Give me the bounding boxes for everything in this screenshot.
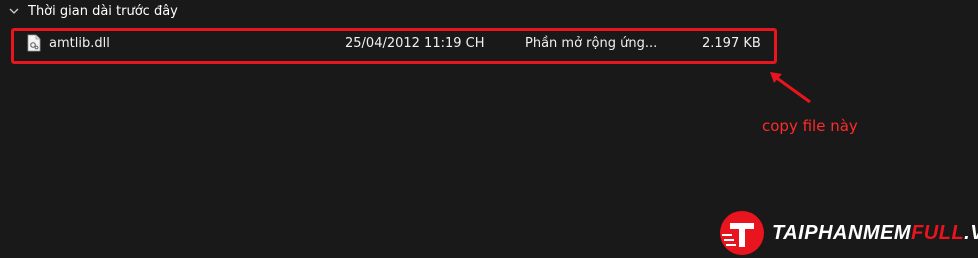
chevron-down-icon[interactable] bbox=[8, 5, 20, 17]
watermark-main: AIPHANMEM bbox=[783, 221, 912, 244]
watermark-accent: FULL bbox=[911, 221, 965, 244]
watermark-logo: TAIPHANMEMFULL.VN bbox=[718, 209, 978, 257]
highlight-box bbox=[11, 28, 777, 64]
watermark-prefix: T bbox=[772, 221, 784, 244]
logo-mark-icon bbox=[720, 211, 764, 255]
group-label: Thời gian dài trước đây bbox=[28, 3, 178, 19]
watermark-suffix: .VN bbox=[964, 221, 978, 244]
annotation-arrow bbox=[770, 72, 811, 104]
annotation-text: copy file này bbox=[762, 117, 858, 135]
group-header[interactable]: Thời gian dài trước đây bbox=[8, 2, 178, 20]
watermark-text: TAIPHANMEMFULL.VN bbox=[772, 222, 978, 245]
